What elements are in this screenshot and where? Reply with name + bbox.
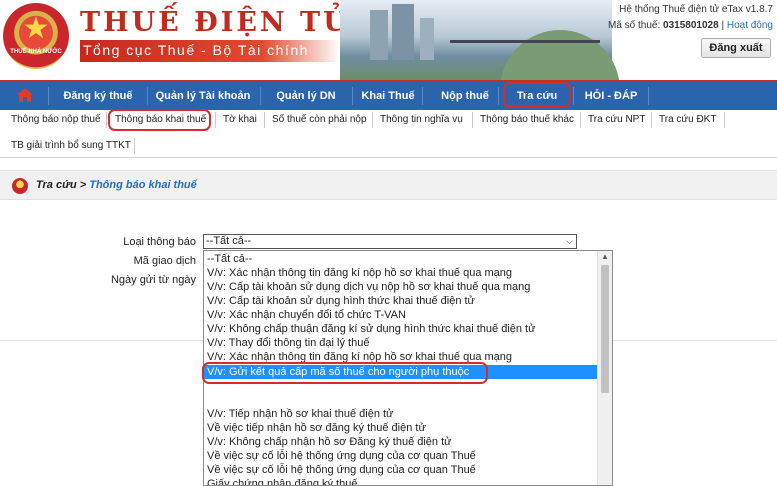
tax-code-value: 0315801028: [663, 20, 719, 31]
tax-code-label: Mã số thuế:: [608, 20, 661, 31]
dropdown-option[interactable]: Về việc sự cố lỗi hệ thống ứng dụng của …: [204, 463, 599, 477]
main-nav: Đăng ký thuế Quản lý Tài khoản Quản lý D…: [0, 80, 777, 110]
nav-quan-ly-tai-khoan[interactable]: Quản lý Tài khoản: [150, 82, 256, 110]
scroll-up-icon[interactable]: ▲: [598, 252, 612, 261]
system-name: Hệ thống Thuế điện tử eTax v1.8.7: [619, 4, 773, 15]
dropdown-option[interactable]: V/v: Không chấp thuận đăng kí sử dụng hì…: [204, 322, 599, 336]
send-date-label: Ngày gửi từ ngày: [110, 274, 196, 286]
dropdown-option[interactable]: V/v: Tiếp nhận hồ sơ khai thuế điện tử: [204, 407, 599, 421]
star-icon: ★: [22, 12, 50, 45]
nav-hoi-dap[interactable]: HỎI - ĐÁP: [578, 82, 644, 110]
nav-tra-cuu[interactable]: Tra cứu: [505, 82, 569, 110]
logout-button[interactable]: Đăng xuất: [701, 38, 771, 58]
nav-nop-thue[interactable]: Nộp thuế: [425, 82, 505, 110]
subnav-thong-bao-thue-khac[interactable]: Thông báo thuế khác: [475, 110, 579, 130]
header: ★ THUẾ NHÀ NƯỚC THUẾ ĐIỆN TỬ Tổng cục Th…: [0, 0, 777, 80]
system-info: Hệ thống Thuế điện tử eTax v1.8.7 Mã số …: [608, 2, 773, 34]
subnav-to-khai[interactable]: Tờ khai: [218, 110, 262, 130]
notice-type-dropdown-list[interactable]: --Tất cả-- V/v: Xác nhận thông tin đăng …: [203, 250, 613, 486]
brand-title: THUẾ ĐIỆN TỬ: [80, 7, 350, 38]
home-icon[interactable]: [17, 88, 33, 102]
notice-type-value: --Tất cả--: [206, 235, 252, 247]
dropdown-option[interactable]: --Tất cả--: [204, 252, 599, 266]
notice-type-select[interactable]: --Tất cả-- ⌵: [203, 234, 577, 249]
dropdown-option[interactable]: Về việc sự cố lỗi hệ thống ứng dụng của …: [204, 449, 599, 463]
separator: |: [721, 20, 725, 31]
dropdown-option[interactable]: V/v: Xác nhận thông tin đăng kí nộp hồ s…: [204, 266, 599, 280]
scrollbar-thumb[interactable]: [601, 265, 609, 393]
dropdown-option[interactable]: Về việc tiếp nhận hồ sơ đăng ký thuế điệ…: [204, 421, 599, 435]
brand-subtitle: Tổng cục Thuế - Bộ Tài chính: [80, 40, 340, 62]
dropdown-scrollbar[interactable]: ▲: [597, 251, 612, 485]
dropdown-option[interactable]: V/v: Xác nhận thông tin đăng kí nộp hồ s…: [204, 350, 599, 364]
header-banner-image: [340, 0, 620, 80]
subnav-so-thue-con-phai-nop[interactable]: Số thuế còn phải nộp: [267, 110, 372, 130]
notice-type-label: Loại thông báo: [123, 236, 196, 248]
dropdown-option[interactable]: Giấy chứng nhận đăng ký thuế: [204, 477, 599, 485]
subnav-tb-giai-trinh[interactable]: TB giải trình bổ sung TTKT: [6, 136, 136, 156]
subnav-tra-cuu-npt[interactable]: Tra cứu NPT: [583, 110, 650, 130]
nav-khai-thue[interactable]: Khai Thuế: [355, 82, 421, 110]
dropdown-option[interactable]: V/v: Không chấp nhận hồ sơ Đăng ký thuế …: [204, 435, 599, 449]
dropdown-option[interactable]: V/v: Cấp tài khoản sử dụng dịch vụ nộp h…: [204, 280, 599, 294]
dropdown-option[interactable]: V/v: Cấp tài khoản sử dụng hình thức kha…: [204, 294, 599, 308]
dropdown-option-selected[interactable]: V/v: Gửi kết quả cấp mã số thuế cho ngườ…: [204, 365, 599, 379]
dropdown-option[interactable]: V/v: Thay đổi thông tin đại lý thuế: [204, 336, 599, 350]
dropdown-option[interactable]: V/v: Xác nhận chuyển đổi tổ chức T-VAN: [204, 308, 599, 322]
emblem-small-icon: [12, 178, 28, 194]
sub-nav: Thông báo nộp thuế Thông báo khai thuế T…: [0, 110, 777, 158]
breadcrumb-current: Thông báo khai thuế: [89, 179, 197, 191]
breadcrumb-parent[interactable]: Tra cứu >: [36, 179, 86, 191]
breadcrumb-bar: Tra cứu > Thông báo khai thuế: [0, 170, 777, 200]
subnav-thong-bao-nop-thue[interactable]: Thông báo nộp thuế: [6, 110, 106, 130]
dropdown-option[interactable]: [204, 379, 599, 393]
dropdown-option[interactable]: [204, 393, 599, 407]
subnav-thong-bao-khai-thue[interactable]: Thông báo khai thuế: [110, 110, 211, 130]
breadcrumb: Tra cứu > Thông báo khai thuế: [36, 179, 197, 191]
subnav-thong-tin-nghia-vu[interactable]: Thông tin nghĩa vụ: [375, 110, 468, 130]
nav-dang-ky-thue[interactable]: Đăng ký thuế: [52, 82, 144, 110]
transaction-code-label: Mã giao dịch: [133, 255, 196, 267]
emblem-logo: ★ THUẾ NHÀ NƯỚC: [3, 3, 69, 69]
chevron-down-icon: ⌵: [566, 236, 573, 246]
emblem-text: THUẾ NHÀ NƯỚC: [10, 49, 62, 55]
nav-quan-ly-dn[interactable]: Quản lý DN: [263, 82, 349, 110]
activity-link[interactable]: Hoạt động: [727, 20, 773, 31]
subnav-tra-cuu-dkt[interactable]: Tra cứu ĐKT: [654, 110, 721, 130]
